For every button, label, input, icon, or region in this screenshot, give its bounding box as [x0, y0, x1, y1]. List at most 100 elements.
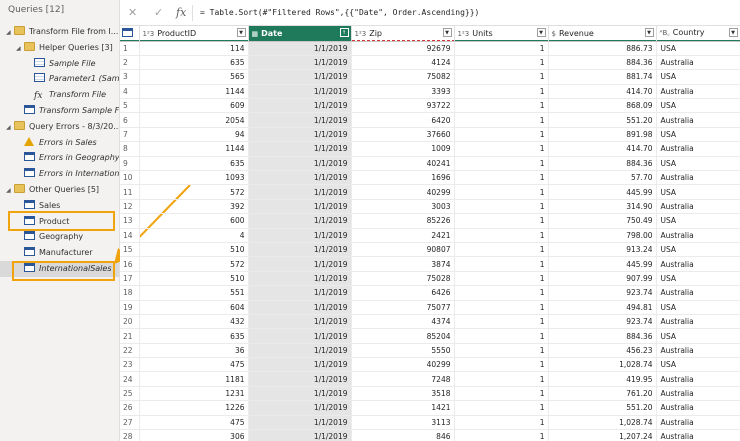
cell-productid[interactable]: 635 [139, 328, 249, 344]
table-row[interactable]: 9 635 1/1/2019 40241 1 884.36 USA [120, 156, 740, 172]
cell-units[interactable]: 1 [454, 41, 549, 56]
cell-units[interactable]: 1 [454, 55, 549, 71]
table-row[interactable]: 1 114 1/1/2019 92679 1 886.73 USA [120, 41, 740, 56]
cell-country[interactable]: Australia [656, 386, 740, 402]
cell-date[interactable]: 1/1/2019 [248, 127, 352, 143]
cell-country[interactable]: Australia [656, 228, 740, 243]
row-number[interactable]: 23 [120, 357, 140, 373]
cell-revenue[interactable]: 414.70 [548, 84, 657, 100]
cell-country[interactable]: Australia [656, 415, 740, 431]
cell-revenue[interactable]: 750.49 [548, 213, 657, 229]
cell-revenue[interactable]: 445.99 [548, 256, 657, 272]
query-group[interactable]: ◢ Transform File from I... [0, 24, 119, 40]
table-row[interactable]: 13 600 1/1/2019 85226 1 750.49 USA [120, 213, 740, 229]
cell-date[interactable]: 1/1/2019 [248, 84, 352, 100]
cell-productid[interactable]: 510 [139, 271, 249, 287]
cell-productid[interactable]: 392 [139, 199, 249, 215]
cell-productid[interactable]: 572 [139, 184, 249, 200]
cell-zip[interactable]: 2421 [351, 228, 455, 243]
cell-date[interactable]: 1/1/2019 [248, 141, 352, 157]
expand-arrow-icon[interactable]: ◢ [6, 183, 14, 198]
cell-zip[interactable]: 93722 [351, 98, 455, 114]
currency-type-icon[interactable]: $ [552, 30, 556, 38]
cell-country[interactable]: Australia [656, 314, 740, 330]
row-number[interactable]: 15 [120, 242, 140, 258]
table-row[interactable]: 4 1144 1/1/2019 3393 1 414.70 Australia [120, 84, 740, 100]
table-row[interactable]: 27 475 1/1/2019 3113 1 1,028.74 Australia [120, 415, 740, 431]
cell-productid[interactable]: 1144 [139, 141, 249, 157]
cell-date[interactable]: 1/1/2019 [248, 271, 352, 287]
cell-date[interactable]: 1/1/2019 [248, 415, 352, 431]
cell-units[interactable]: 1 [454, 314, 549, 330]
cell-units[interactable]: 1 [454, 343, 549, 359]
cell-country[interactable]: USA [656, 98, 740, 114]
table-row[interactable]: 23 475 1/1/2019 40299 1 1,028.74 USA [120, 357, 740, 373]
cell-units[interactable]: 1 [454, 199, 549, 215]
table-row[interactable]: 11 572 1/1/2019 40299 1 445.99 USA [120, 184, 740, 200]
cell-revenue[interactable]: 884.36 [548, 328, 657, 344]
table-row[interactable]: 28 306 1/1/2019 846 1 1,207.24 Australia [120, 429, 740, 441]
table-row[interactable]: 12 392 1/1/2019 3003 1 314.90 Australia [120, 199, 740, 215]
cell-zip[interactable]: 1696 [351, 170, 455, 186]
cell-zip[interactable]: 7248 [351, 371, 455, 387]
expand-arrow-icon[interactable]: ◢ [6, 120, 14, 135]
cell-units[interactable]: 1 [454, 69, 549, 85]
cell-zip[interactable]: 92679 [351, 41, 455, 56]
cell-zip[interactable]: 40299 [351, 184, 455, 200]
cell-zip[interactable]: 40241 [351, 156, 455, 172]
date-type-icon[interactable]: ▦ [252, 30, 259, 38]
table-menu-button[interactable] [120, 26, 140, 42]
cell-zip[interactable]: 1009 [351, 141, 455, 157]
cell-revenue[interactable]: 907.99 [548, 271, 657, 287]
cell-country[interactable]: Australia [656, 343, 740, 359]
row-number[interactable]: 4 [120, 84, 140, 100]
cell-units[interactable]: 1 [454, 84, 549, 100]
cell-zip[interactable]: 3003 [351, 199, 455, 215]
cell-date[interactable]: 1/1/2019 [248, 213, 352, 229]
column-header-revenue[interactable]: $ Revenue ▼ [548, 26, 657, 42]
cell-date[interactable]: 1/1/2019 [248, 199, 352, 215]
cell-productid[interactable]: 432 [139, 314, 249, 330]
number-type-icon[interactable]: 1²3 [143, 30, 155, 38]
cancel-icon[interactable]: ✕ [128, 6, 137, 19]
column-header-date[interactable]: ▦ Date ↑ [248, 26, 352, 42]
cell-country[interactable]: USA [656, 127, 740, 143]
cell-productid[interactable]: 475 [139, 357, 249, 373]
cell-country[interactable]: Australia [656, 371, 740, 387]
cell-zip[interactable]: 4124 [351, 55, 455, 71]
filter-dropdown-icon[interactable]: ▼ [442, 28, 452, 37]
column-header-productid[interactable]: 1²3 ProductID ▼ [139, 26, 249, 42]
cell-productid[interactable]: 2054 [139, 112, 249, 128]
cell-zip[interactable]: 3393 [351, 84, 455, 100]
cell-revenue[interactable]: 884.36 [548, 55, 657, 71]
cell-zip[interactable]: 3113 [351, 415, 455, 431]
cell-revenue[interactable]: 414.70 [548, 141, 657, 157]
cell-units[interactable]: 1 [454, 400, 549, 416]
query-group[interactable]: ◢ Helper Queries [3] [0, 40, 119, 56]
table-row[interactable]: 6 2054 1/1/2019 6420 1 551.20 Australia [120, 112, 740, 128]
row-number[interactable]: 8 [120, 141, 140, 157]
cell-date[interactable]: 1/1/2019 [248, 400, 352, 416]
table-row[interactable]: 2 635 1/1/2019 4124 1 884.36 Australia [120, 55, 740, 71]
filter-dropdown-icon[interactable]: ▼ [536, 28, 546, 37]
table-row[interactable]: 7 94 1/1/2019 37660 1 891.98 USA [120, 127, 740, 143]
cell-country[interactable]: Australia [656, 429, 740, 441]
cell-revenue[interactable]: 923.74 [548, 285, 657, 301]
text-type-icon[interactable]: ᴬB꜀ [660, 29, 670, 37]
cell-revenue[interactable]: 494.81 [548, 300, 657, 315]
cell-country[interactable]: USA [656, 213, 740, 229]
cell-productid[interactable]: 600 [139, 213, 249, 229]
row-number[interactable]: 26 [120, 400, 140, 416]
cell-productid[interactable]: 572 [139, 256, 249, 272]
cell-revenue[interactable]: 314.90 [548, 199, 657, 215]
cell-date[interactable]: 1/1/2019 [248, 170, 352, 186]
cell-zip[interactable]: 6426 [351, 285, 455, 301]
cell-revenue[interactable]: 445.99 [548, 184, 657, 200]
cell-zip[interactable]: 3874 [351, 256, 455, 272]
cell-date[interactable]: 1/1/2019 [248, 112, 352, 128]
formula-input[interactable]: = Table.Sort(#"Filtered Rows",{{"Date", … [200, 8, 479, 17]
cell-revenue[interactable]: 1,207.24 [548, 429, 657, 441]
table-row[interactable]: 22 36 1/1/2019 5550 1 456.23 Australia [120, 343, 740, 359]
cell-country[interactable]: USA [656, 41, 740, 56]
row-number[interactable]: 12 [120, 199, 140, 215]
